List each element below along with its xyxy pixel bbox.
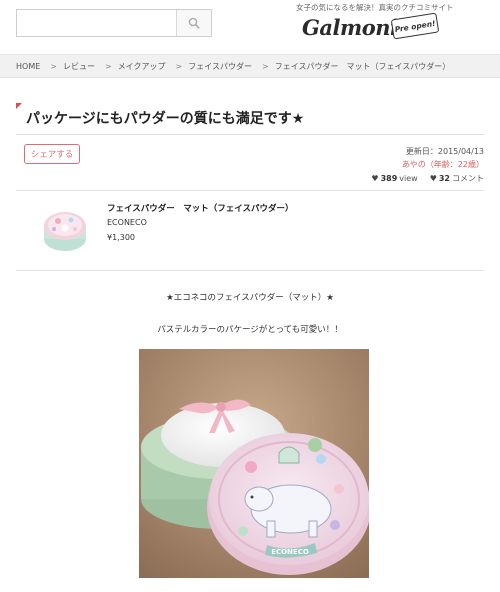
breadcrumb-current[interactable]: フェイスパウダー マット（フェイスパウダー） [275,61,451,72]
search-icon [188,17,200,29]
heart-icon: ♥ [371,174,379,183]
page-title: パッケージにもパウダーの質にも満足です★ [26,111,305,127]
product-brand[interactable]: ECONECO [107,218,147,227]
author-name[interactable]: あやの [402,160,426,169]
updated-date: 更新日：2015/04/13 [405,147,484,156]
breadcrumb-face-powder[interactable]: フェイスパウダー [188,61,252,72]
site-tagline: 女子の気になるを解決！真実のクチコミサイト [296,3,454,12]
product-price: ¥1,300 [107,233,135,242]
article-text-line: パステルカラーのパケージがとっても可愛い！！ [157,325,343,335]
breadcrumb-separator-icon: > [262,61,269,71]
breadcrumb-makeup[interactable]: メイクアップ [118,61,166,72]
breadcrumb-separator-icon: > [50,61,57,71]
product-thumbnail[interactable] [38,202,92,256]
breadcrumb-separator-icon: > [175,61,183,71]
author-line: あやの（年齢：22歳） [371,158,484,171]
view-count: ♥ 389 view [371,172,417,185]
preopen-badge: Pre open! [390,12,440,40]
author-age: （年齢：22歳） [425,160,484,169]
site-header: 女子の気になるを解決！真実のクチコミサイト Galmoni Pre open! [0,0,500,52]
search-input[interactable] [17,10,179,36]
view-count-number: 389 [380,174,398,183]
article-meta: 更新日：2015/04/13 あやの（年齢：22歳） ♥ 389 view ♥ 32 コ… [371,145,484,185]
article-stats: ♥ 389 view ♥ 32 コメント [371,172,484,185]
share-button[interactable]: シェアする [24,144,80,164]
divider [16,134,484,135]
site-logo[interactable]: Galmoni [302,15,398,40]
divider [16,270,484,271]
comment-count-label: コメント [452,174,484,183]
divider [16,190,484,191]
search-box [16,9,212,37]
article-text-line: ★エコネコのフェイスパウダー（マット）★ [166,293,334,303]
heart-icon: ♥ [429,174,437,183]
breadcrumb-separator-icon: > [104,61,112,71]
comment-count[interactable]: ♥ 32 コメント [430,172,484,185]
product-name[interactable]: フェイスパウダー マット（フェイスパウダー） [107,202,294,214]
breadcrumb-reviews[interactable]: レビュー [63,61,95,72]
breadcrumb-home[interactable]: HOME [16,62,40,71]
comment-count-number: 32 [438,174,450,183]
product-photo: ECONECO [139,349,369,578]
view-count-label: view [399,174,418,183]
photo-label: ECONECO [271,548,309,556]
title-corner-mark [16,103,22,109]
breadcrumb: HOME > レビュー > メイクアップ > フェイスパウダー > フェイスパウ… [0,54,500,78]
search-button[interactable] [176,10,211,36]
